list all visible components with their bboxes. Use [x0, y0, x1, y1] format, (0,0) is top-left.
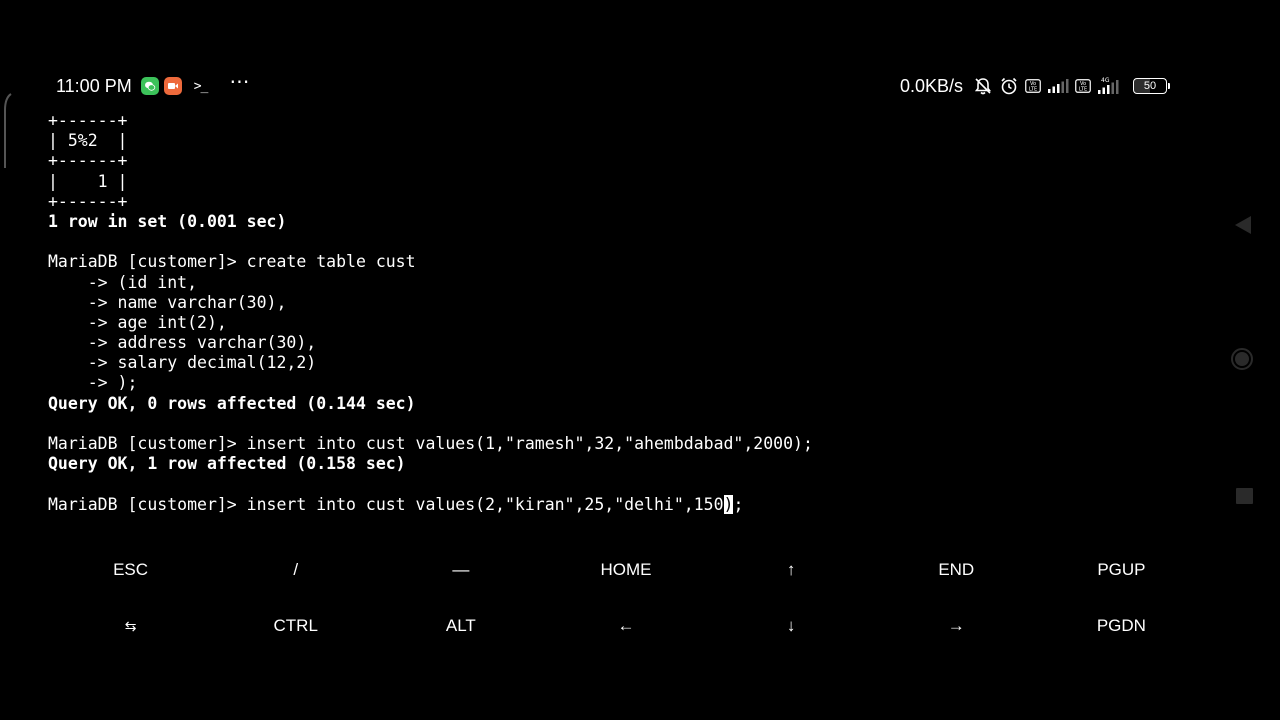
- network-speed: 0.0KB/s: [899, 75, 963, 96]
- battery-icon: 50: [1133, 78, 1167, 94]
- battery-level: 50: [1143, 80, 1157, 92]
- terminal-line: | 5%2 |: [48, 131, 128, 151]
- terminal-line: Query OK, 1 row affected (0.158 sec): [48, 454, 406, 474]
- battery-tip: [1168, 83, 1170, 89]
- key-pgup[interactable]: PGUP: [1039, 550, 1204, 590]
- recorder-icon: [163, 77, 182, 95]
- key-dash[interactable]: —: [378, 550, 543, 590]
- terminal-line: Query OK, 0 rows affected (0.144 sec): [48, 393, 416, 413]
- network-type-label: 4G: [1101, 77, 1110, 84]
- terminal-line: -> );: [48, 373, 138, 393]
- text-cursor: ): [723, 494, 734, 514]
- terminal-line: +------+: [48, 191, 128, 211]
- key-slash[interactable]: /: [213, 550, 378, 590]
- wechat-icon: [140, 77, 159, 95]
- svg-text:LTE: LTE: [1029, 87, 1037, 93]
- volte-icon: Vo LTE: [1025, 79, 1041, 93]
- key-alt[interactable]: ALT: [378, 606, 543, 646]
- input-text-after-cursor: ;: [733, 494, 744, 514]
- mute-bell-icon: [973, 76, 993, 96]
- status-bar-left: 11:00 PM >_ ⋯: [56, 69, 251, 100]
- status-bar-right: 0.0KB/s Vo LTE Vo LTE 4G 50: [900, 72, 1170, 100]
- key-right-arrow[interactable]: →: [874, 606, 1039, 646]
- extra-keys-row-2: ⇆ CTRL ALT ← ↓ → PGDN: [48, 606, 1204, 646]
- terminal-line: MariaDB [customer]> create table cust: [48, 252, 416, 272]
- input-text-before-cursor: MariaDB [customer]> insert into cust val…: [48, 494, 724, 514]
- status-bar: 11:00 PM >_ ⋯ 0.0KB/s Vo LTE Vo LTE 4G 5…: [0, 69, 1280, 100]
- edge-scroll-indicator: [4, 93, 12, 168]
- volte-icon-sim2: Vo LTE: [1075, 79, 1091, 93]
- recents-nav-icon[interactable]: [1236, 488, 1253, 504]
- key-home[interactable]: HOME: [543, 550, 708, 590]
- back-nav-icon[interactable]: [1234, 215, 1252, 235]
- key-tab[interactable]: ⇆: [48, 606, 213, 646]
- terminal-line: +------+: [48, 151, 128, 171]
- key-esc[interactable]: ESC: [48, 550, 213, 590]
- svg-text:LTE: LTE: [1079, 87, 1087, 93]
- terminal-lines: +------+ | 5%2 | +------+ | 1 | +------+ 1 ro…: [48, 111, 1208, 495]
- terminal-input-line[interactable]: MariaDB [customer]> insert into cust val…: [48, 494, 1208, 515]
- key-ctrl[interactable]: CTRL: [213, 606, 378, 646]
- terminal-line: -> age int(2),: [48, 312, 227, 332]
- terminal-notification-icon: >_: [193, 78, 209, 94]
- terminal-line: MariaDB [customer]> insert into cust val…: [48, 434, 813, 453]
- terminal-line: +------+: [48, 111, 128, 130]
- extra-keys-row-1: ESC / — HOME ↑ END PGUP: [48, 550, 1204, 590]
- home-nav-inner: [1235, 352, 1249, 366]
- terminal-line: | 1 |: [48, 171, 128, 191]
- key-left-arrow[interactable]: ←: [543, 606, 708, 646]
- terminal-line: -> (id int,: [48, 272, 198, 292]
- clock: 11:00 PM: [56, 75, 132, 96]
- key-up-arrow[interactable]: ↑: [709, 550, 874, 590]
- signal-strength-icon-sim1: [1047, 78, 1069, 94]
- more-notifications-icon: ⋯: [229, 69, 251, 93]
- terminal-line: 1 row in set (0.001 sec): [48, 211, 287, 231]
- key-end[interactable]: END: [874, 550, 1039, 590]
- home-nav-icon[interactable]: [1231, 348, 1253, 370]
- signal-strength-icon-sim2: 4G: [1097, 77, 1125, 95]
- terminal-output[interactable]: +------+ | 5%2 | +------+ | 1 | +------+ 1 ro…: [48, 111, 1208, 515]
- terminal-line: -> salary decimal(12,2): [48, 353, 317, 373]
- key-down-arrow[interactable]: ↓: [709, 606, 874, 646]
- terminal-line: -> address varchar(30),: [48, 333, 317, 353]
- key-pgdn[interactable]: PGDN: [1039, 606, 1204, 646]
- alarm-clock-icon: [999, 76, 1019, 96]
- terminal-line: -> name varchar(30),: [48, 292, 287, 312]
